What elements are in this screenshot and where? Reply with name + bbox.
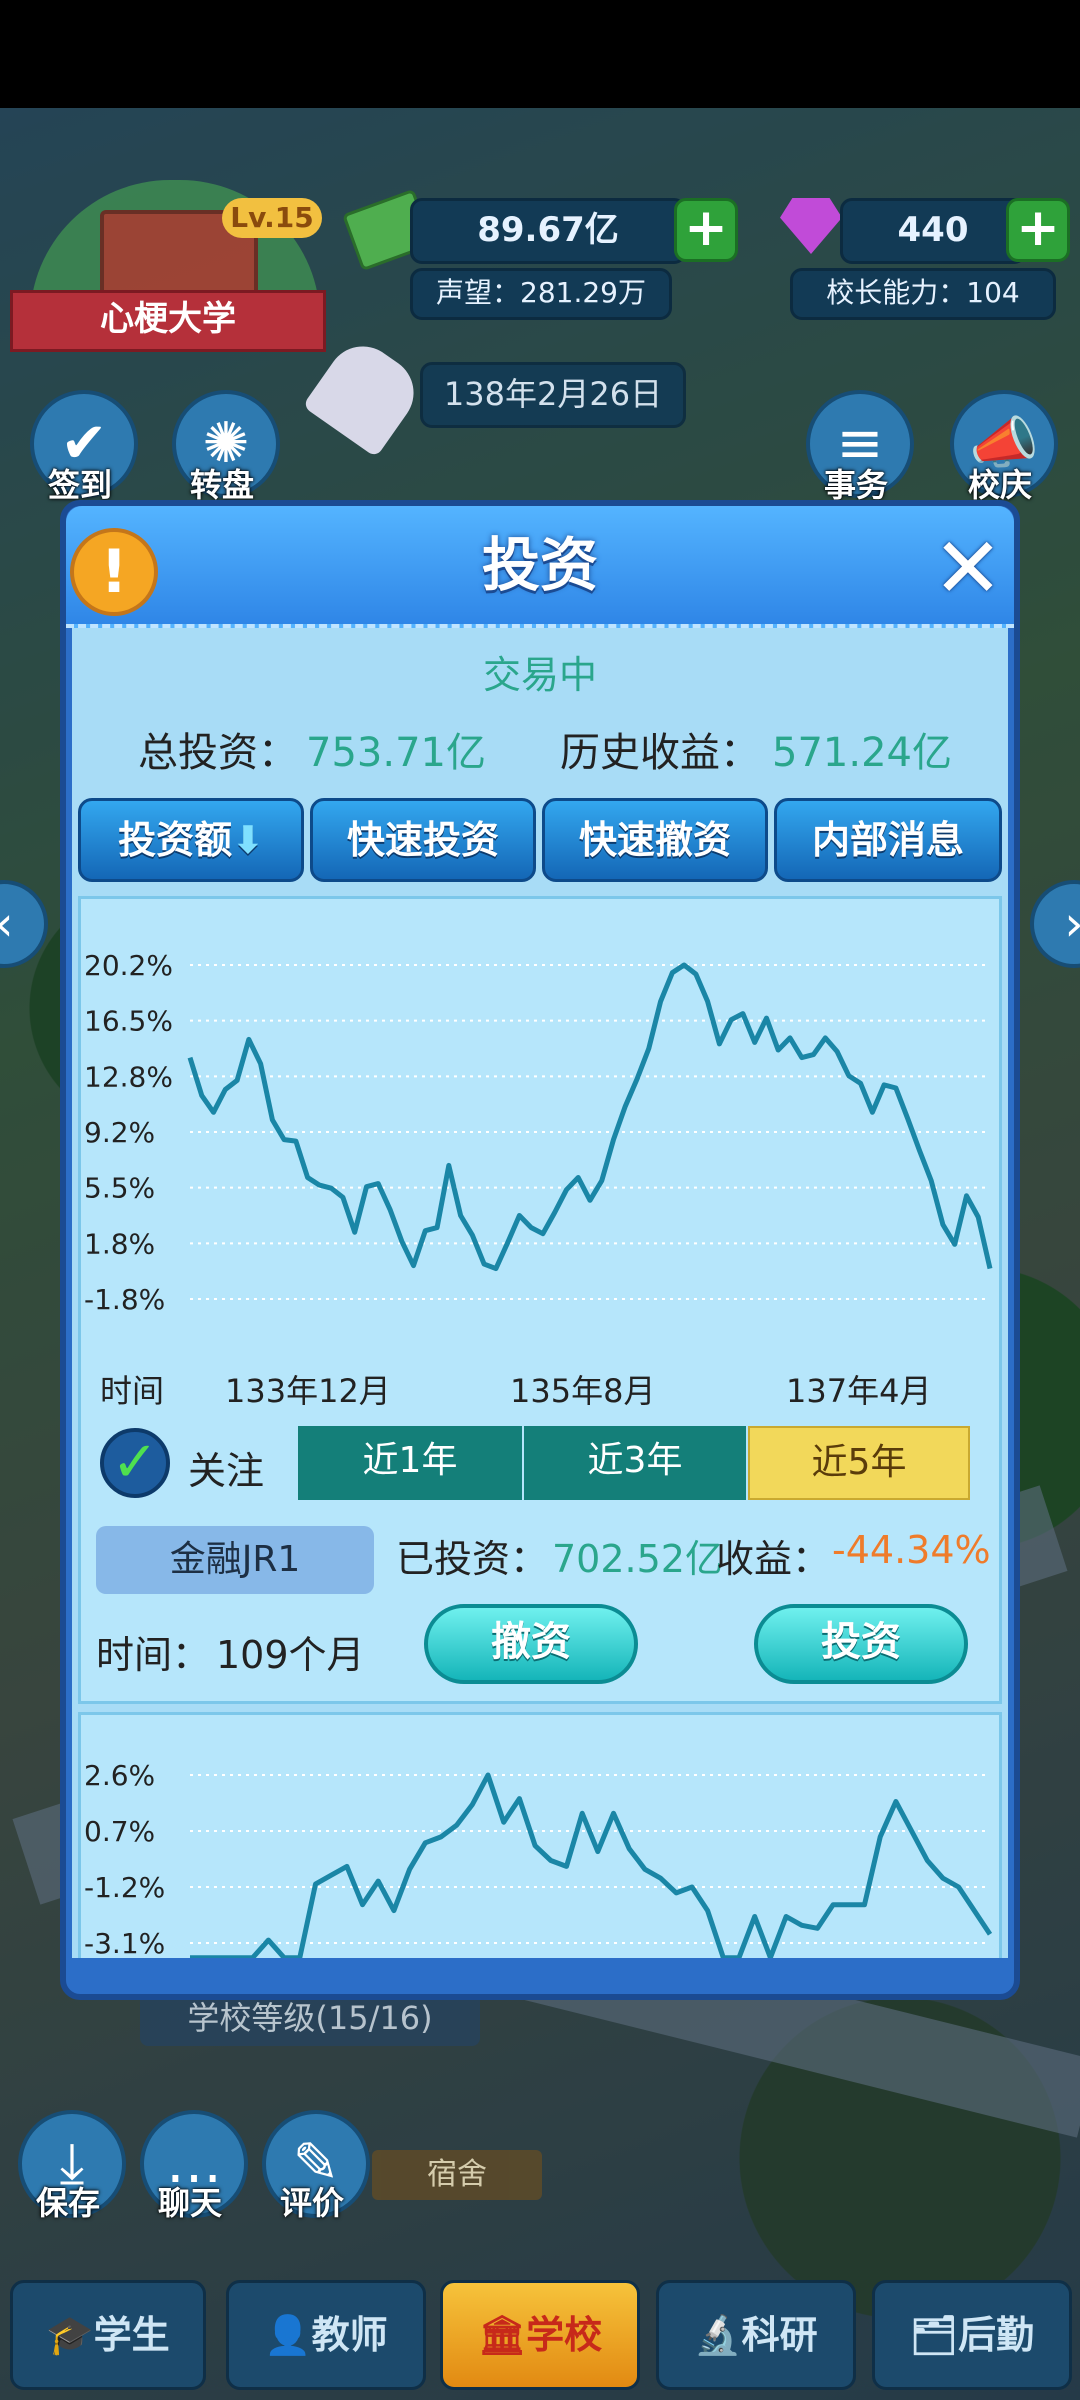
reputation: 声望：281.29万: [410, 268, 672, 320]
total-invest-value: 753.71亿: [306, 730, 486, 776]
history-profit-value: 571.24亿: [772, 730, 952, 776]
status-bar: [0, 0, 1080, 108]
period-3y[interactable]: 近3年: [524, 1426, 746, 1500]
follow-checkbox[interactable]: ✓: [100, 1428, 170, 1498]
arrow-down-icon: ⬇: [232, 818, 264, 862]
history-profit-label: 历史收益：: [560, 730, 760, 776]
tab-school[interactable]: 🏛学校: [440, 2280, 640, 2390]
logistics-icon: 🗂: [909, 2313, 959, 2357]
tab-students[interactable]: 🎓学生: [10, 2280, 206, 2390]
tab-research-label: 科研: [741, 2313, 818, 2357]
tab-teachers-label: 教师: [311, 2313, 388, 2357]
trading-status: 交易中: [482, 653, 597, 697]
time-value: 109个月: [216, 1633, 365, 1677]
dialog-title: 投资: [481, 531, 598, 599]
principal-ability: 校长能力：104: [790, 268, 1056, 320]
quick-invest-button[interactable]: 快速投资: [310, 798, 536, 882]
withdraw-button[interactable]: 撤资: [424, 1604, 638, 1684]
y-tick-label: 1.8%: [84, 1227, 155, 1260]
add-money-button[interactable]: +: [674, 198, 738, 262]
inside-news-button[interactable]: 内部消息: [774, 798, 1002, 882]
invest-amount-button[interactable]: 投资额⬇: [78, 798, 304, 882]
y-tick-label: -3.1%: [84, 1927, 165, 1958]
x-axis-label: 时间: [100, 1372, 165, 1410]
y-tick-label: 9.2%: [84, 1116, 155, 1149]
invest-amount-label: 投资额: [118, 818, 233, 862]
close-icon[interactable]: ✕: [930, 526, 1006, 610]
game-date: 138年2月26日: [420, 362, 686, 428]
level-badge: Lv.15: [222, 198, 322, 238]
school-name: 心梗大学: [10, 290, 326, 352]
save-label: 保存: [35, 2184, 100, 2222]
y-tick-label: -1.8%: [84, 1283, 165, 1316]
tab-logistics-label: 后勤: [958, 2313, 1035, 2357]
tab-students-label: 学生: [93, 2313, 170, 2357]
x-tick-label: 137年4月: [786, 1372, 932, 1410]
gem-value: 440: [840, 198, 1026, 264]
invested-value: 702.52亿: [552, 1537, 723, 1581]
period-5y[interactable]: 近5年: [748, 1426, 970, 1500]
microscope-icon: 🔬: [694, 2313, 742, 2357]
y-tick-label: 2.6%: [84, 1759, 155, 1792]
y-tick-label: 0.7%: [84, 1815, 155, 1848]
tab-logistics[interactable]: 🗂后勤: [872, 2280, 1072, 2390]
stock-chart: 20.2% 16.5% 12.8% 9.2% 5.5% 1.8% -1.8%: [84, 949, 993, 1316]
stock-name: 金融JR1: [96, 1526, 374, 1594]
students-icon: 🎓: [46, 2313, 94, 2357]
quick-withdraw-button[interactable]: 快速撤资: [542, 798, 768, 882]
invested-label: 已投资：: [396, 1537, 549, 1581]
profit-label: 收益：: [716, 1537, 831, 1581]
x-tick-label: 135年8月: [510, 1372, 656, 1410]
y-tick-label: 12.8%: [84, 1060, 173, 1093]
teacher-icon: 👤: [264, 2313, 312, 2357]
y-tick-label: 5.5%: [84, 1172, 155, 1205]
time-label: 时间：: [96, 1633, 211, 1677]
money-value: 89.67亿: [410, 198, 686, 264]
y-tick-label: 16.5%: [84, 1005, 173, 1038]
chat-label: 聊天: [157, 2184, 222, 2222]
tab-school-label: 学校: [526, 2313, 603, 2357]
tab-research[interactable]: 🔬科研: [656, 2280, 856, 2390]
period-1y[interactable]: 近1年: [298, 1426, 522, 1500]
invest-button[interactable]: 投资: [754, 1604, 968, 1684]
exclamation-icon[interactable]: !: [70, 528, 158, 616]
school-icon: 🏛: [477, 2313, 527, 2357]
total-invest-label: 总投资：: [138, 730, 298, 776]
y-tick-label: -1.2%: [84, 1871, 165, 1904]
x-tick-label: 133年12月: [225, 1372, 391, 1410]
stock-chart: 2.6% 0.7% -1.2% -3.1%: [84, 1759, 993, 1958]
review-label: 评价: [279, 2184, 344, 2222]
add-gem-button[interactable]: +: [1006, 198, 1070, 262]
y-tick-label: 20.2%: [84, 949, 173, 982]
tab-teachers[interactable]: 👤教师: [226, 2280, 426, 2390]
profit-value: -44.34%: [832, 1528, 991, 1572]
price-line: [187, 962, 993, 1272]
follow-label: 关注: [188, 1449, 265, 1493]
price-line: [190, 1772, 993, 1958]
dorm-label[interactable]: 宿舍: [372, 2150, 542, 2200]
